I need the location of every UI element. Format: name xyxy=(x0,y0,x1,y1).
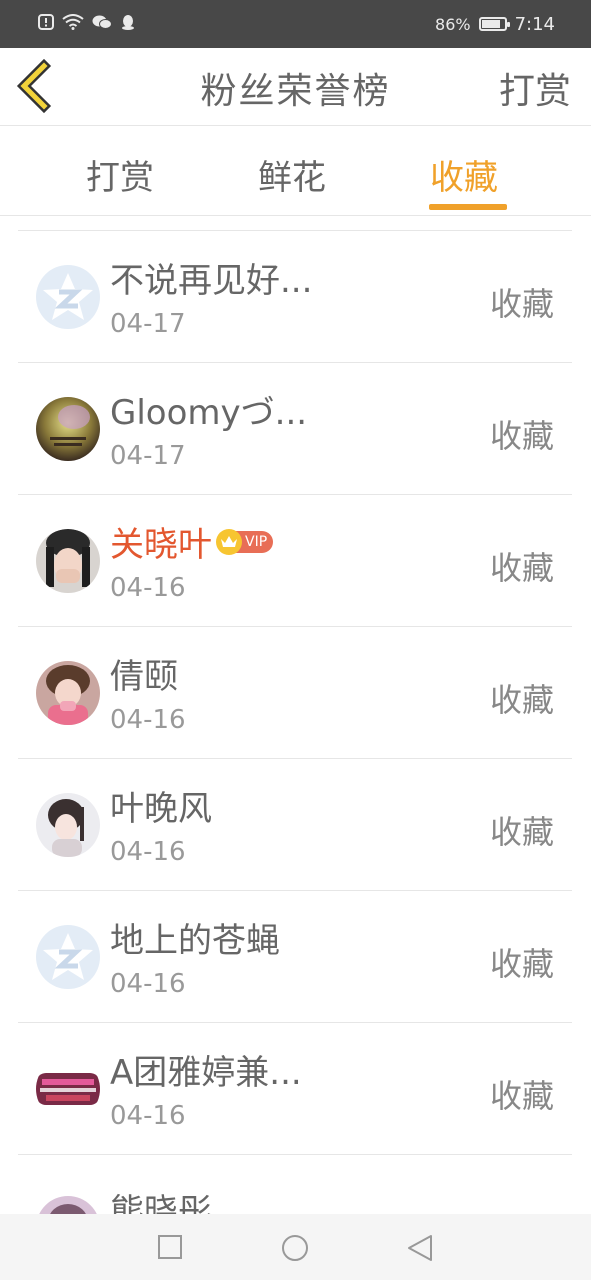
tab-bar: 打赏 鲜花 收藏 xyxy=(0,126,591,216)
battery-percent: 86% xyxy=(435,14,471,34)
qq-icon xyxy=(120,14,136,34)
fan-date: 04-17 xyxy=(110,309,186,339)
vip-label: VIP xyxy=(245,533,268,550)
fan-action: 收藏 xyxy=(489,549,554,587)
fan-date: 04-16 xyxy=(110,573,186,603)
user-avatar xyxy=(36,529,100,593)
fan-action: 收藏 xyxy=(489,417,554,455)
fan-date: 04-17 xyxy=(110,441,186,471)
clock: 7:14 xyxy=(514,13,555,35)
user-avatar xyxy=(36,397,100,461)
wifi-icon xyxy=(62,14,84,34)
fan-name: 地上的苍蝇 xyxy=(110,921,280,961)
fan-date: 04-16 xyxy=(110,1101,186,1131)
triangle-back-icon xyxy=(408,1235,432,1261)
fan-name: 关晓叶 xyxy=(110,525,212,565)
fan-name-vip: 关晓叶 VIP xyxy=(110,517,274,566)
fan-action: 收藏 xyxy=(489,285,554,323)
tab-flowers[interactable]: 鲜花 xyxy=(258,150,326,199)
fan-action: 收藏 xyxy=(489,945,554,983)
fan-action: 收藏 xyxy=(489,1077,554,1115)
home-button[interactable] xyxy=(281,1234,309,1266)
list-item[interactable]: A团雅婷兼... 04-16 收藏 xyxy=(18,1023,572,1155)
fan-name: 熊晓彤 xyxy=(110,1192,212,1214)
qzone-default-avatar xyxy=(36,925,100,989)
square-icon xyxy=(158,1235,182,1259)
list-item[interactable]: 地上的苍蝇 04-16 收藏 xyxy=(18,891,572,1023)
circle-icon xyxy=(282,1235,308,1261)
user-avatar xyxy=(36,1196,100,1214)
fan-name: 叶晚风 xyxy=(110,789,212,829)
fan-date: 04-16 xyxy=(110,837,186,867)
fan-name: 倩颐 xyxy=(110,657,178,697)
list-item[interactable]: 不说再见好... 04-17 收藏 xyxy=(18,231,572,363)
status-bar: 86% 7:14 xyxy=(0,0,591,48)
back-nav-button[interactable] xyxy=(407,1234,433,1266)
list-item[interactable]: 关晓叶 VIP 04-16 收藏 xyxy=(18,495,572,627)
list-item[interactable]: 倩颐 04-16 收藏 xyxy=(18,627,572,759)
system-nav-bar xyxy=(0,1214,591,1280)
active-tab-indicator xyxy=(429,204,507,210)
recent-apps-button[interactable] xyxy=(157,1234,183,1264)
fan-date: 04-16 xyxy=(110,705,186,735)
battery-icon xyxy=(478,17,510,31)
status-icons-right: 86% 7:14 xyxy=(435,14,555,35)
fan-action: 收藏 xyxy=(489,681,554,719)
fan-list: 不说再见好... 04-17 收藏 Gloomyづ... 04-17 收藏 关晓… xyxy=(18,230,572,1155)
fan-date: 04-16 xyxy=(110,969,186,999)
fan-name: A团雅婷兼... xyxy=(110,1053,302,1093)
user-avatar xyxy=(36,793,100,857)
reward-button[interactable]: 打赏 xyxy=(499,62,571,114)
user-avatar xyxy=(36,661,100,725)
app-header: 粉丝荣誉榜 打赏 xyxy=(0,48,591,126)
tab-favorites[interactable]: 收藏 xyxy=(430,150,498,199)
wechat-icon xyxy=(92,14,112,34)
list-item[interactable]: Gloomyづ... 04-17 收藏 xyxy=(18,363,572,495)
user-avatar xyxy=(36,1057,100,1121)
crown-icon xyxy=(216,528,242,555)
fan-name: Gloomyづ... xyxy=(110,393,308,433)
list-item[interactable]: 叶晚风 04-16 收藏 xyxy=(18,759,572,891)
list-item-partial[interactable]: 熊晓彤 xyxy=(18,1162,572,1214)
tab-reward[interactable]: 打赏 xyxy=(86,150,154,199)
vip-badge: VIP xyxy=(216,528,274,555)
qzone-default-avatar xyxy=(36,265,100,329)
fan-action: 收藏 xyxy=(489,813,554,851)
alert-icon xyxy=(38,14,54,34)
status-icons-left xyxy=(38,14,136,34)
fan-name: 不说再见好... xyxy=(110,261,313,301)
